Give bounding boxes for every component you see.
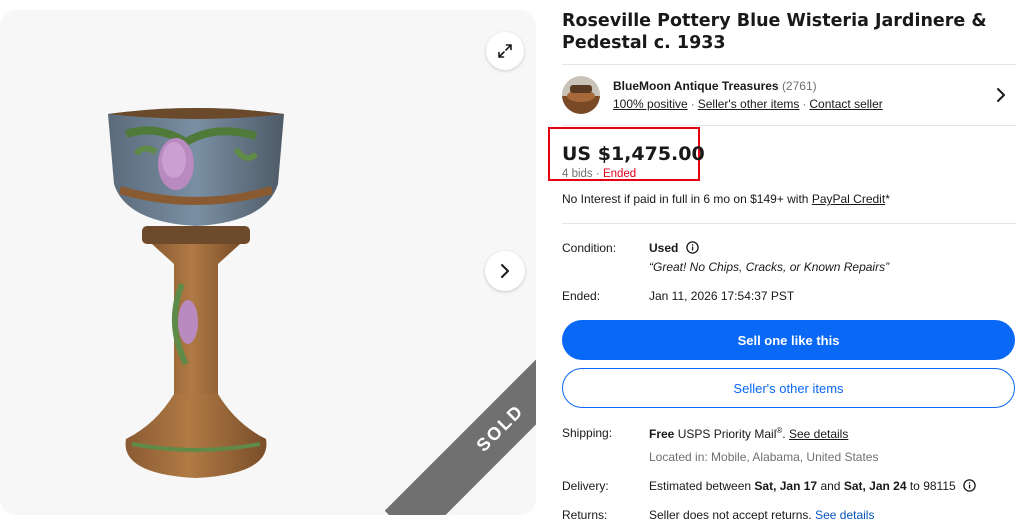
contact-seller-link[interactable]: Contact seller: [809, 97, 882, 111]
listing-status: Ended: [602, 168, 637, 180]
sellers-other-items-button[interactable]: Seller's other items: [562, 368, 1015, 408]
returns-label: Returns:: [562, 508, 608, 520]
ended-label: Ended:: [562, 289, 601, 303]
condition-value: Used: [649, 241, 699, 255]
divider: [562, 223, 1016, 224]
sold-ribbon: SOLD: [384, 312, 536, 515]
seller-avatar[interactable]: [562, 76, 600, 114]
shipping-value: Free USPS Priority Mail®. See details: [649, 426, 849, 441]
bids-status: 4 bids · Ended: [562, 168, 637, 180]
shipping-details-link[interactable]: See details: [789, 427, 848, 441]
seller-other-items-link[interactable]: Seller's other items: [698, 97, 800, 111]
product-image[interactable]: [96, 94, 296, 494]
expand-image-button[interactable]: [486, 32, 524, 70]
chevron-right-icon: [501, 264, 509, 278]
info-icon[interactable]: [685, 241, 699, 254]
condition-description: “Great! No Chips, Cracks, or Known Repai…: [649, 260, 890, 274]
expand-arrows-icon: [498, 44, 512, 58]
seller-name[interactable]: BlueMoon Antique Treasures: [613, 79, 779, 93]
seller-card[interactable]: BlueMoon Antique Treasures (2761) 100% p…: [562, 64, 1016, 126]
paypal-credit-line: No Interest if paid in full in 6 mo on $…: [562, 192, 890, 206]
seller-name-line: BlueMoon Antique Treasures (2761): [613, 79, 817, 93]
seller-links: 100% positive · Seller's other items · Conta…: [613, 97, 883, 111]
ended-value: Jan 11, 2026 17:54:37 PST: [649, 289, 795, 303]
returns-details-link[interactable]: See details: [815, 508, 874, 520]
bid-count: 4 bids: [562, 168, 593, 180]
next-image-button[interactable]: [485, 251, 525, 291]
seller-avatar-image: [562, 76, 600, 114]
paypal-credit-link[interactable]: PayPal Credit: [812, 192, 885, 206]
returns-value: Seller does not accept returns. See deta…: [649, 508, 875, 520]
seller-feedback-count: (2761): [781, 79, 817, 93]
sold-label: SOLD: [472, 400, 528, 456]
condition-label: Condition:: [562, 241, 617, 255]
sell-one-like-this-button[interactable]: Sell one like this: [562, 320, 1015, 360]
listing-details: Roseville Pottery Blue Wisteria Jardiner…: [548, 0, 1016, 520]
delivery-label: Delivery:: [562, 479, 609, 493]
info-icon[interactable]: [963, 479, 976, 492]
chevron-right-icon[interactable]: [994, 87, 1008, 103]
delivery-value: Estimated between Sat, Jan 17 and Sat, J…: [649, 479, 976, 493]
image-gallery: SOLD: [0, 10, 536, 515]
listing-title: Roseville Pottery Blue Wisteria Jardiner…: [562, 11, 987, 53]
item-location: Located in: Mobile, Alabama, United Stat…: [649, 450, 879, 464]
seller-positive-link[interactable]: 100% positive: [613, 97, 688, 111]
price: US $1,475.00: [562, 143, 705, 165]
shipping-label: Shipping:: [562, 426, 613, 440]
